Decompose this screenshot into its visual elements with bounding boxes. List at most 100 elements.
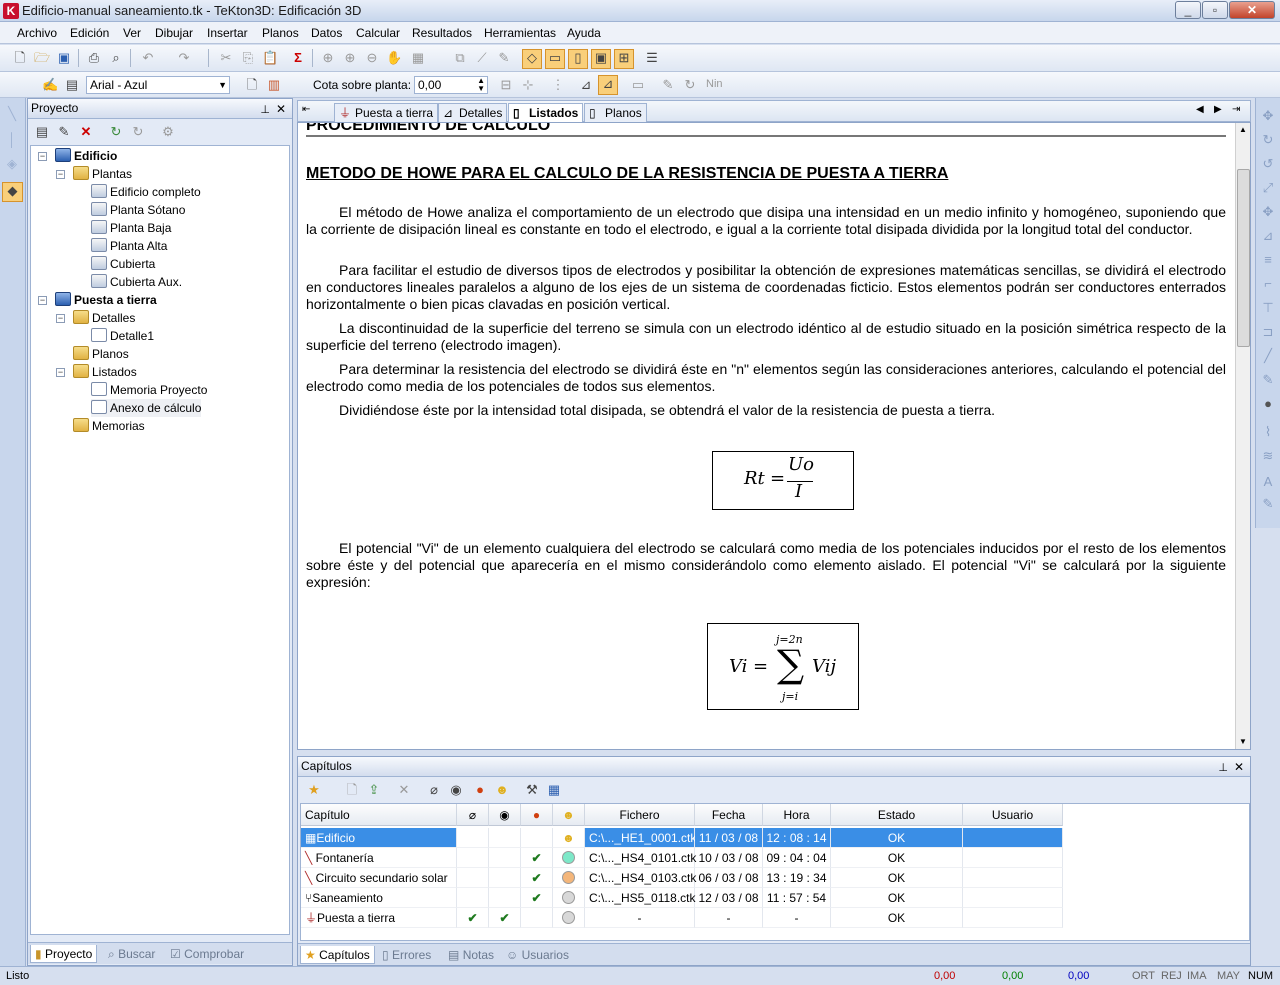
status-ima[interactable]: IMA	[1183, 967, 1211, 985]
trim-icon[interactable]: ⌐	[1260, 276, 1276, 292]
new-project-icon[interactable]: ▤	[34, 124, 50, 140]
expander-icon[interactable]: −	[56, 170, 65, 179]
table-row[interactable]: ⏚Puesta a tierra ✔ ✔ - - - OK	[301, 908, 1251, 928]
offset-icon[interactable]: ⊐	[1260, 324, 1276, 340]
tree-item-detalles[interactable]: Detalles	[73, 309, 135, 327]
rotate-icon[interactable]: ↻	[1260, 132, 1276, 148]
copy-move-icon[interactable]: ✥	[1260, 204, 1276, 220]
status-may[interactable]: MAY	[1213, 967, 1244, 985]
scroll-down-icon[interactable]: ▼	[1239, 737, 1247, 746]
col-header-estado[interactable]: Estado	[831, 804, 963, 826]
snap-icon[interactable]: ⊹	[520, 77, 536, 93]
eye-icon[interactable]: ◉	[448, 782, 464, 798]
tab-planos[interactable]: ▯ Planos	[584, 103, 647, 122]
properties-icon[interactable]: ⚙	[160, 124, 176, 140]
rotate-alt-icon[interactable]: ↺	[1260, 156, 1276, 172]
col-header-eye[interactable]: ◉	[489, 804, 521, 826]
view-mode-1-icon[interactable]: ◇	[522, 49, 542, 69]
text-icon[interactable]: A	[1260, 474, 1276, 490]
tab-comprobar[interactable]: ☑ Comprobar	[166, 945, 248, 963]
tree-item-edificio[interactable]: Edificio	[55, 147, 117, 165]
view-icon[interactable]: ▦	[410, 50, 426, 66]
page-icon[interactable]: 🗋	[244, 77, 260, 93]
menu-edicion[interactable]: Edición	[70, 26, 109, 40]
col-header-fecha[interactable]: Fecha	[695, 804, 763, 826]
tab-proyecto[interactable]: ▮ Proyecto	[30, 945, 98, 963]
text-style-icon[interactable]: ✍	[42, 77, 58, 93]
status-rej[interactable]: REJ	[1157, 967, 1186, 985]
menu-herramientas[interactable]: Herramientas	[484, 26, 556, 40]
ruler-icon[interactable]: ▭	[630, 77, 646, 93]
table-row[interactable]: ╲ Fontanería ✔ C:\..._HS4_0101.ctk 10 / …	[301, 848, 1251, 868]
tree-item-memoria-proyecto[interactable]: Memoria Proyecto	[91, 381, 207, 399]
line-icon[interactable]: ╱	[1260, 348, 1276, 364]
text-doc-icon[interactable]: ▤	[64, 77, 80, 93]
layers-icon[interactable]: ≋	[1260, 448, 1276, 464]
copy-icon[interactable]: ⎘	[240, 50, 256, 66]
tree-item-planta-alta[interactable]: Planta Alta	[91, 237, 167, 255]
tree-item-plantas[interactable]: Plantas	[73, 165, 132, 183]
tab-errores[interactable]: ▯ Errores	[378, 946, 435, 964]
edit-text-icon[interactable]: ✎	[1260, 496, 1276, 512]
open-folder-icon[interactable]: 🗁	[34, 50, 50, 66]
view-mode-2-icon[interactable]: ▭	[545, 49, 565, 69]
tab-first-icon[interactable]: ⇤	[302, 104, 310, 115]
view-mode-4-icon[interactable]: ▣	[591, 49, 611, 69]
redo-icon[interactable]: ↷	[176, 50, 192, 66]
tree-item-planta-sotano[interactable]: Planta Sótano	[91, 201, 185, 219]
smiley-icon[interactable]: ☻	[494, 782, 510, 798]
layers-icon[interactable]: ⧉	[452, 50, 468, 66]
tab-detalles[interactable]: ⊿ Detalles	[438, 103, 508, 122]
tab-usuarios[interactable]: ☺ Usuarios	[502, 946, 573, 964]
panel-close-icon[interactable]: ✕	[1234, 758, 1244, 777]
menu-resultados[interactable]: Resultados	[412, 26, 472, 40]
point-icon[interactable]: ●	[1260, 396, 1276, 412]
print-preview-icon[interactable]: ⌕	[108, 50, 124, 66]
tab-next-icon[interactable]: ▶	[1214, 104, 1222, 115]
ortho-icon[interactable]: ⊿	[598, 75, 618, 95]
measure-icon[interactable]: ⟋	[474, 50, 490, 66]
status-num[interactable]: NUM	[1244, 967, 1277, 985]
menu-ayuda[interactable]: Ayuda	[567, 26, 601, 40]
pages-icon[interactable]: ▥	[266, 77, 282, 93]
view-mode-5-icon[interactable]: ⊞	[614, 49, 634, 69]
refresh-icon[interactable]: ↻	[682, 77, 698, 93]
expander-icon[interactable]: −	[38, 152, 47, 161]
expander-icon[interactable]: −	[56, 368, 65, 377]
col-header-smiley[interactable]: ☻	[553, 804, 585, 826]
star-icon[interactable]: ★	[306, 782, 322, 798]
tab-listados[interactable]: ▯ Listados	[508, 103, 584, 122]
scale-icon[interactable]: ⤢	[1260, 180, 1276, 196]
import-icon[interactable]: ⇪	[366, 782, 382, 798]
document-view[interactable]: PROCEDIMIENTO DE CALCULO METODO DE HOWE …	[297, 122, 1251, 750]
tree-item-cubierta-aux[interactable]: Cubierta Aux.	[91, 273, 182, 291]
menu-calcular[interactable]: Calcular	[356, 26, 400, 40]
tree-item-planos[interactable]: Planos	[73, 345, 129, 363]
tab-notas[interactable]: ▤ Notas	[444, 946, 498, 964]
close-button[interactable]: ✕	[1229, 1, 1275, 19]
tree-item-detalle1[interactable]: Detalle1	[91, 327, 154, 345]
cut-icon[interactable]: ✂	[218, 50, 234, 66]
edit-project-icon[interactable]: ✎	[56, 124, 72, 140]
tree-item-edificio-completo[interactable]: Edificio completo	[91, 183, 201, 201]
col-header-fichero[interactable]: Fichero	[585, 804, 695, 826]
pencil-icon[interactable]: ✎	[1260, 372, 1276, 388]
edit-icon[interactable]: ✎	[496, 50, 512, 66]
table-row[interactable]: ╲ Circuito secundario solar ✔ C:\..._HS4…	[301, 868, 1251, 888]
col-header-capitulo[interactable]: Capítulo	[301, 804, 457, 826]
scroll-up-icon[interactable]: ▲	[1239, 125, 1247, 134]
cota-input[interactable]: 0,00 ▲ ▼	[414, 76, 488, 94]
menu-archivo[interactable]: Archivo	[17, 26, 57, 40]
active-tool-icon[interactable]: ◆	[2, 182, 23, 202]
tree-item-anexo-calculo[interactable]: Anexo de cálculo	[91, 399, 202, 417]
expander-icon[interactable]: −	[38, 296, 47, 305]
tree-item-cubierta[interactable]: Cubierta	[91, 255, 155, 273]
undo-icon[interactable]: ↶	[140, 50, 156, 66]
move-icon[interactable]: ✥	[1260, 108, 1276, 124]
col-header-dot[interactable]: ●	[521, 804, 553, 826]
menu-planos[interactable]: Planos	[262, 26, 299, 40]
pin-icon[interactable]: ⊥	[260, 101, 270, 120]
tab-capitulos[interactable]: ★ Capítulos	[300, 946, 375, 964]
layer-stack-icon[interactable]: ☰	[644, 50, 660, 66]
delete-chapter-icon[interactable]: ✕	[396, 782, 412, 798]
